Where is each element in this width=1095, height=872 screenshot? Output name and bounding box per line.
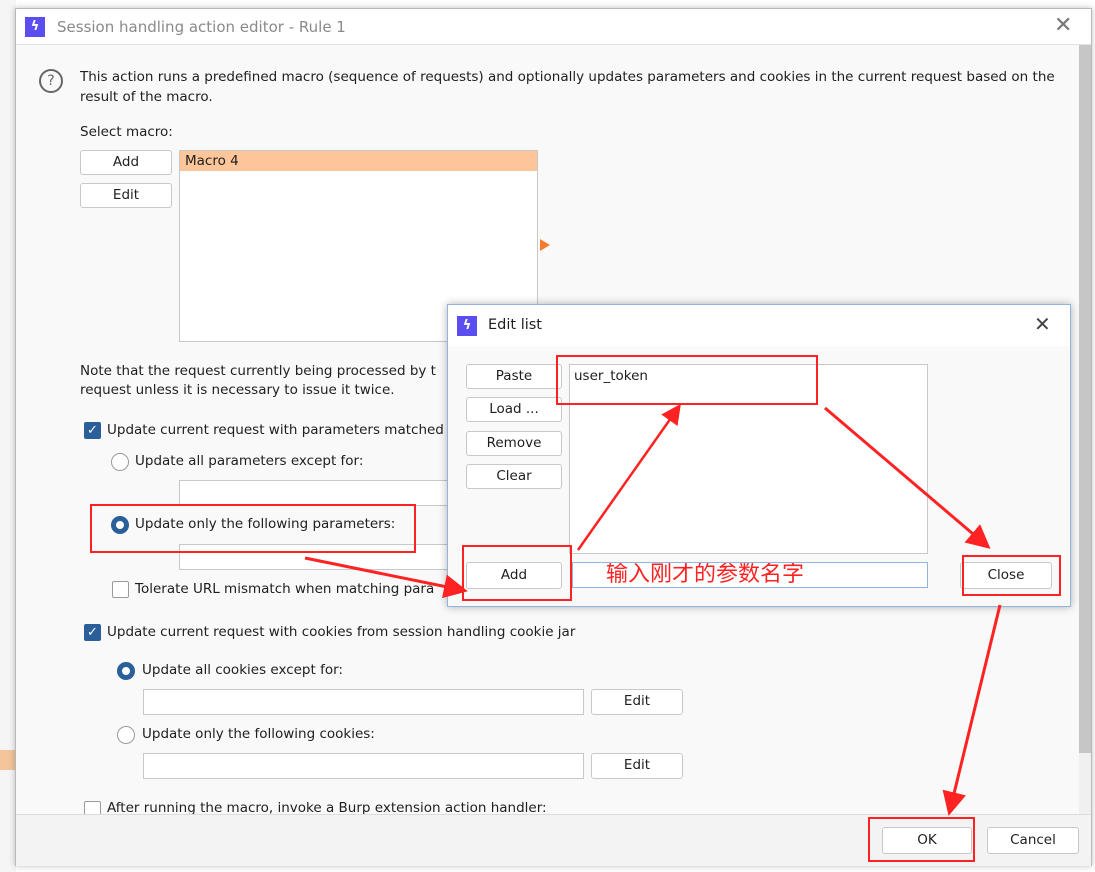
arrow-to-list — [576, 403, 681, 551]
arrow-to-add — [304, 556, 468, 599]
arrow-to-ok — [942, 604, 1002, 816]
annotation-arrows — [304, 403, 1002, 816]
arrow-to-close — [824, 406, 991, 549]
